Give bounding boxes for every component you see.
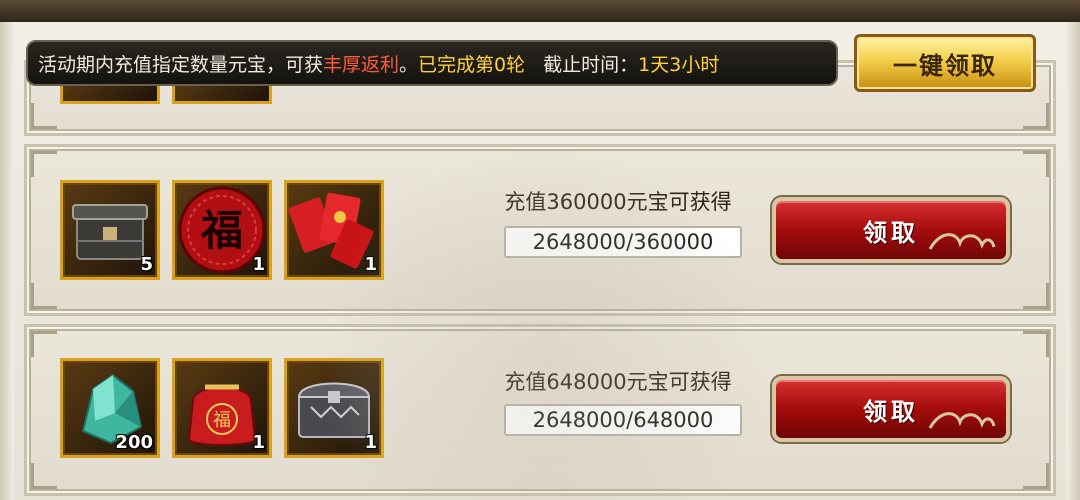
recharge-requirement: 充值648000元宝可获得 [504, 370, 732, 394]
fret-corner [1023, 151, 1049, 177]
red-envelope-icon [288, 192, 374, 269]
item-quantity: 5 [140, 254, 153, 275]
banner-period: 。 [399, 53, 419, 76]
fret-corner [31, 463, 57, 489]
fret-corner [31, 151, 57, 177]
fret-corner [1023, 103, 1049, 129]
panel-right-edge [1066, 22, 1080, 500]
cloud-swirl-icon [928, 412, 996, 429]
fret-corner [1023, 331, 1049, 357]
item-quantity: 1 [252, 254, 265, 275]
svg-text:福: 福 [200, 206, 243, 255]
item-slot[interactable]: 福 1 [172, 180, 272, 280]
item-slot[interactable]: 5 [60, 180, 160, 280]
fret-corner [1023, 463, 1049, 489]
claim-button[interactable]: 领取 [772, 376, 1010, 442]
recharge-progress: 2648000/360000 [504, 226, 742, 258]
panel-left-edge [0, 22, 14, 500]
deadline-value: 1天3小时 [638, 53, 720, 76]
fret-corner [1023, 283, 1049, 309]
claim-button[interactable]: 领取 [772, 197, 1010, 263]
round-progress: 已完成第0轮 [418, 53, 526, 76]
svg-text:福: 福 [213, 410, 231, 431]
cloud-swirl-icon [928, 233, 996, 250]
fret-corner [31, 103, 57, 129]
item-slot[interactable]: 200 [60, 358, 160, 458]
item-slot[interactable]: 1 [284, 180, 384, 280]
event-info-banner: 活动期内充值指定数量元宝，可获 丰厚返利。已完成第0轮 截止时间： 1天3小时 [26, 40, 838, 86]
claim-all-button[interactable]: 一键领取 [854, 34, 1036, 92]
item-quantity: 1 [364, 254, 377, 275]
silver-chest-icon [297, 382, 371, 438]
recharge-requirement: 充值360000元宝可获得 [504, 190, 732, 214]
item-slot[interactable]: 1 [284, 358, 384, 458]
claim-button-label: 领取 [863, 397, 919, 426]
banner-highlight: 丰厚返利 [323, 53, 400, 76]
item-slot[interactable]: 福 1 [172, 358, 272, 458]
item-quantity: 1 [364, 432, 377, 453]
item-quantity: 200 [115, 432, 153, 453]
reward-panel: 活动期内充值指定数量元宝，可获 丰厚返利。已完成第0轮 截止时间： 1天3小时 一键领… [0, 0, 1080, 500]
recharge-progress: 2648000/648000 [504, 404, 742, 436]
fret-corner [31, 283, 57, 309]
deadline-label: 截止时间： [543, 53, 639, 76]
claim-button-label: 领取 [863, 218, 919, 247]
fret-corner [31, 331, 57, 357]
banner-text: 活动期内充值指定数量元宝，可获 [38, 53, 324, 76]
item-quantity: 1 [252, 432, 265, 453]
